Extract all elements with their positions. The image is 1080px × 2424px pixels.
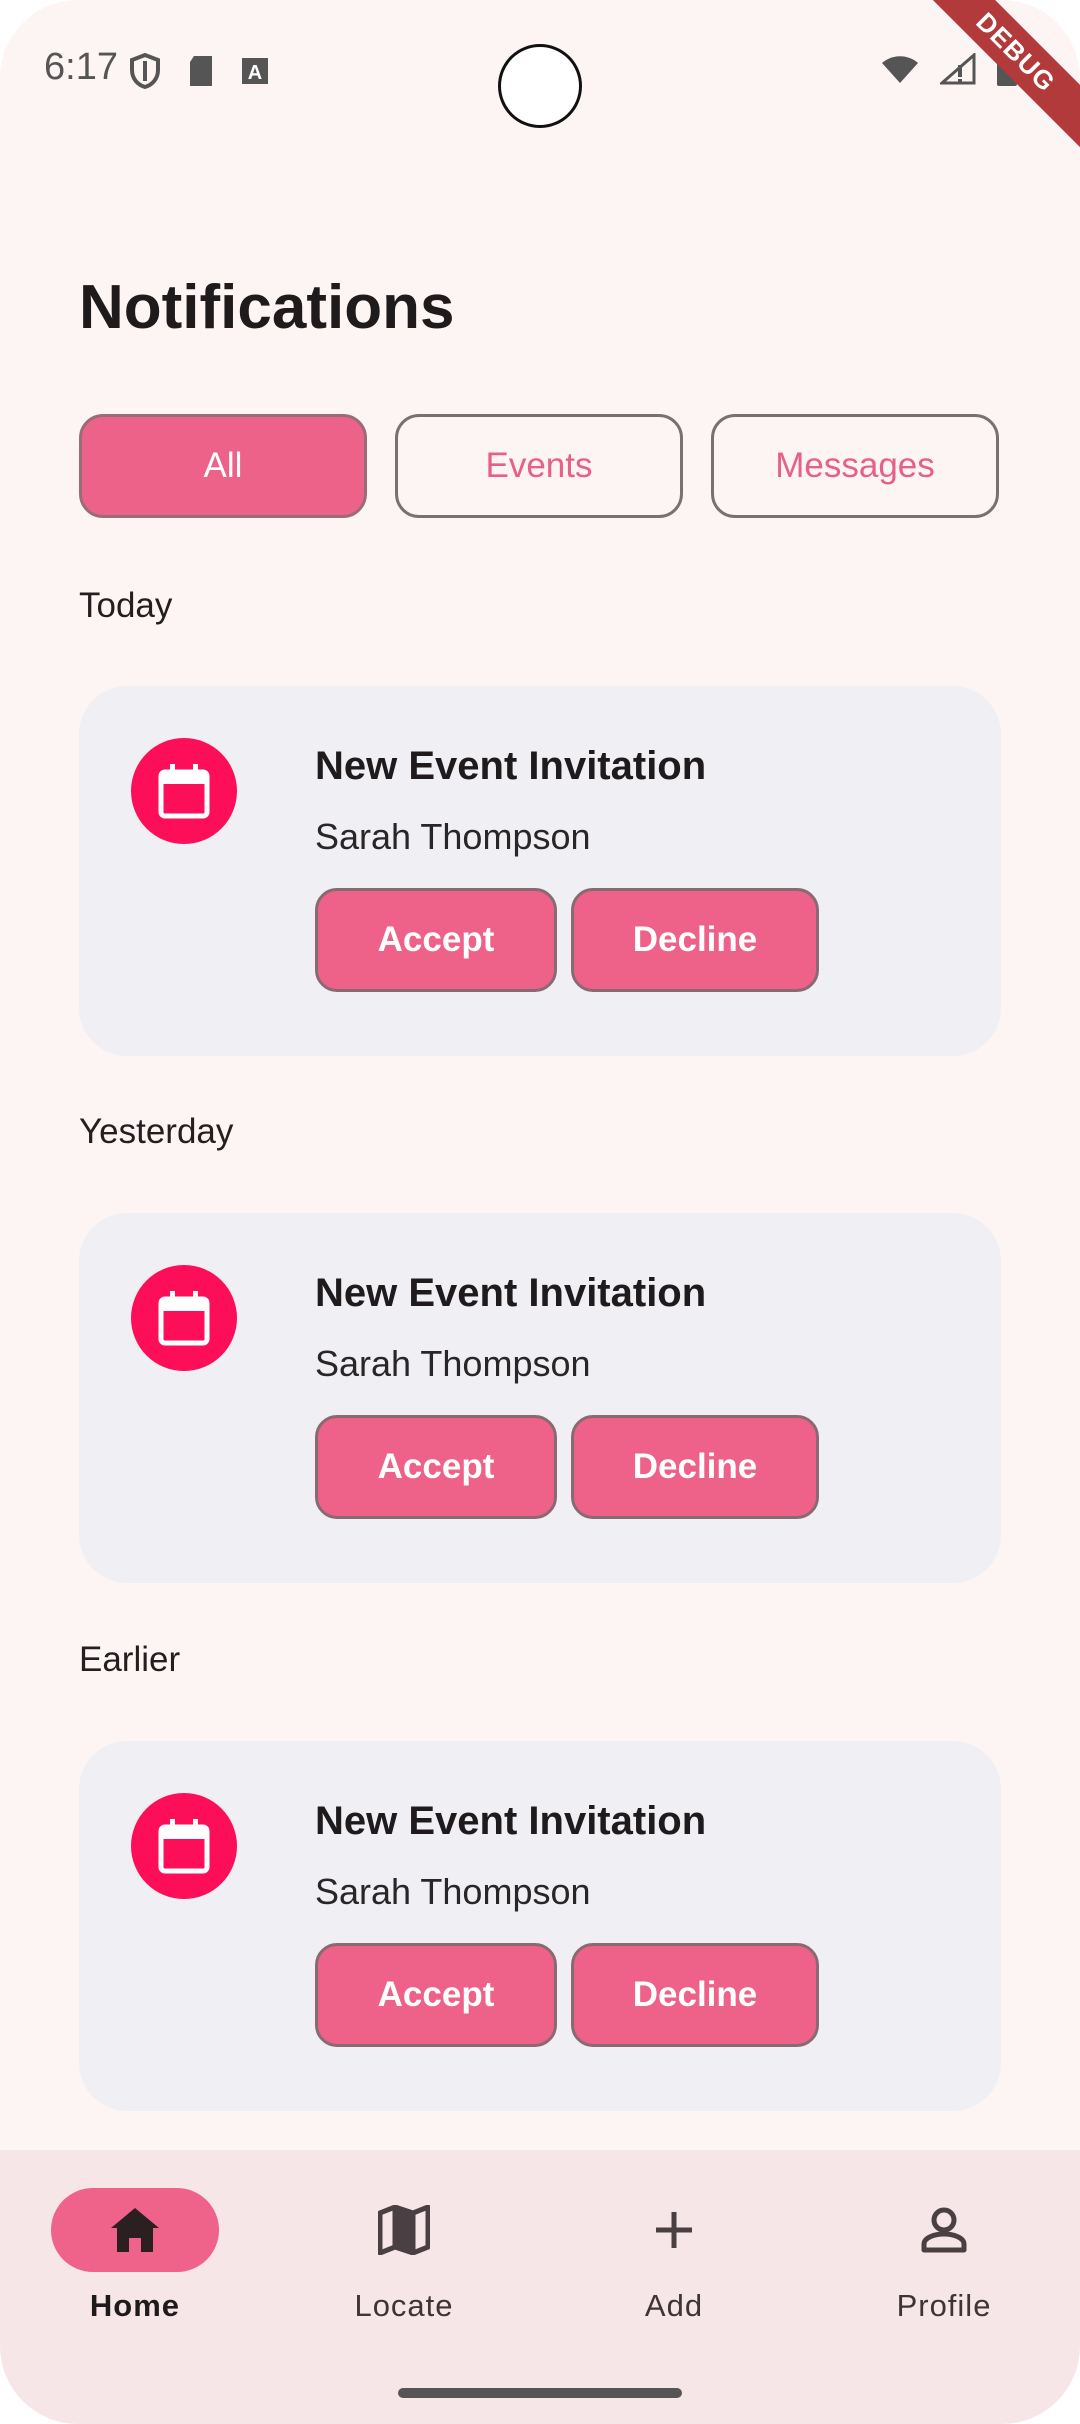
status-bar: 6:17 A DEBUG (0, 0, 1080, 153)
map-icon (378, 2205, 430, 2255)
nav-label: Add (644, 2288, 704, 2323)
section-label-today: Today (79, 586, 173, 625)
section-label-earlier: Earlier (79, 1640, 181, 1679)
notification-actions: Accept Decline (315, 1415, 819, 1519)
notification-sender: Sarah Thompson (315, 1871, 591, 1912)
decline-button[interactable]: Decline (571, 888, 819, 992)
shield-icon (130, 52, 160, 90)
accept-button[interactable]: Accept (315, 1415, 557, 1519)
page-title: Notifications (79, 273, 455, 342)
notification-card: New Event Invitation Sarah Thompson Acce… (79, 1213, 1001, 1583)
status-icons-left: A (128, 52, 270, 90)
app-screen: 6:17 A DEBUG Notifications All Events Me… (0, 0, 1080, 2424)
decline-button[interactable]: Decline (571, 1943, 819, 2047)
notification-card: New Event Invitation Sarah Thompson Acce… (79, 686, 1001, 1056)
nav-item-home[interactable]: Home (35, 2188, 235, 2324)
person-icon (921, 2207, 967, 2253)
calendar-icon (131, 738, 237, 844)
nav-indicator (860, 2188, 1028, 2272)
notification-title: New Event Invitation (315, 1799, 707, 1843)
accept-button[interactable]: Accept (315, 888, 557, 992)
nav-indicator (590, 2188, 758, 2272)
gesture-handle[interactable] (398, 2388, 682, 2398)
keyboard-a-icon: A (242, 58, 268, 84)
nav-item-add[interactable]: Add (574, 2188, 774, 2324)
nav-item-profile[interactable]: Profile (844, 2188, 1044, 2324)
nav-indicator (320, 2188, 488, 2272)
decline-button[interactable]: Decline (571, 1415, 819, 1519)
plus-icon (656, 2212, 692, 2248)
calendar-icon (131, 1265, 237, 1371)
sd-card-icon (190, 56, 212, 86)
nav-label: Profile (896, 2288, 992, 2323)
signal-icon (940, 53, 976, 85)
notification-actions: Accept Decline (315, 1943, 819, 2047)
camera-cutout (498, 44, 582, 128)
section-label-yesterday: Yesterday (79, 1112, 234, 1151)
nav-item-locate[interactable]: Locate (304, 2188, 504, 2324)
status-time: 6:17 (44, 46, 118, 88)
home-icon (111, 2208, 159, 2252)
notification-actions: Accept Decline (315, 888, 819, 992)
wifi-icon (882, 56, 918, 83)
notification-card: New Event Invitation Sarah Thompson Acce… (79, 1741, 1001, 2111)
filter-messages-button[interactable]: Messages (711, 414, 999, 518)
bottom-navigation: Home Locate Add Profile (0, 2150, 1080, 2424)
nav-label: Locate (354, 2288, 454, 2323)
nav-indicator (51, 2188, 219, 2272)
calendar-icon (131, 1793, 237, 1899)
nav-label: Home (89, 2288, 181, 2323)
accept-button[interactable]: Accept (315, 1943, 557, 2047)
filter-tabs: All Events Messages (79, 414, 999, 518)
filter-all-button[interactable]: All (79, 414, 367, 518)
notification-sender: Sarah Thompson (315, 816, 591, 857)
notification-title: New Event Invitation (315, 744, 707, 788)
notification-title: New Event Invitation (315, 1271, 707, 1315)
svg-text:A: A (248, 62, 262, 84)
notification-sender: Sarah Thompson (315, 1343, 591, 1384)
filter-events-button[interactable]: Events (395, 414, 683, 518)
